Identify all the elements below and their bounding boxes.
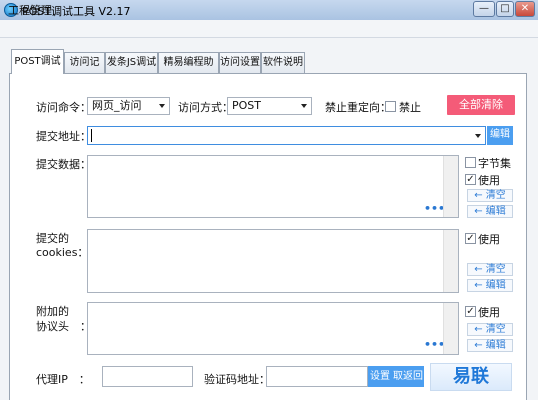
text-cursor — [91, 129, 92, 142]
maximize-button[interactable]: □ — [496, 1, 514, 17]
headers-use-checkbox[interactable]: ✓ — [465, 306, 476, 317]
captcha-label: 验证码地址： — [204, 373, 270, 386]
url-edit-button[interactable]: 编辑 — [487, 126, 513, 145]
redirect-label: 禁止重定向： — [325, 101, 391, 114]
close-button[interactable]: ✕ — [515, 1, 535, 17]
data-edit-link[interactable]: ← 编辑 — [467, 205, 513, 218]
command-select[interactable]: 网页_访问 — [87, 97, 170, 115]
captcha-return-button[interactable]: 取返回 — [392, 366, 424, 387]
byteset-checkbox[interactable] — [465, 157, 476, 168]
minimize-button[interactable]: — — [473, 1, 495, 17]
headers-label-line1: 附加的 — [36, 305, 69, 318]
data-scrollbar[interactable] — [443, 156, 458, 217]
cookies-scrollbar[interactable] — [443, 230, 458, 292]
headers-textarea[interactable]: ••• — [87, 302, 459, 355]
redirect-checkbox[interactable] — [385, 101, 396, 112]
data-label: 提交数据： — [36, 158, 91, 171]
menu-project-management[interactable]: 工程管理 — [8, 2, 52, 18]
headers-use-label: 使用 — [478, 306, 500, 319]
method-label: 访问方式： — [178, 101, 233, 114]
tab-js-debug[interactable]: 发条JS调试 — [105, 52, 158, 73]
chevron-down-icon — [475, 134, 481, 138]
command-select-value: 网页_访问 — [92, 99, 142, 112]
proxy-label: 代理IP ： — [36, 373, 90, 386]
more-dots-icon[interactable]: ••• — [424, 202, 445, 215]
url-label: 提交地址： — [36, 130, 91, 143]
method-select-value: POST — [232, 99, 261, 112]
headers-label-line2: 协议头 ： — [36, 320, 91, 333]
captcha-settings-button[interactable]: 设置 — [368, 366, 392, 387]
method-select[interactable]: POST — [227, 97, 312, 115]
menu-bar — [0, 20, 538, 38]
cookies-use-checkbox[interactable]: ✓ — [465, 233, 476, 244]
data-use-label: 使用 — [478, 174, 500, 187]
cookies-use-label: 使用 — [478, 233, 500, 246]
clear-all-button[interactable]: 全部清除 — [447, 95, 515, 115]
chevron-down-icon — [159, 104, 165, 108]
command-label: 访问命令： — [36, 101, 91, 114]
chevron-down-icon — [301, 104, 307, 108]
data-clear-link[interactable]: ← 清空 — [467, 189, 513, 202]
headers-edit-link[interactable]: ← 编辑 — [467, 339, 513, 352]
cookies-edit-link[interactable]: ← 编辑 — [467, 279, 513, 292]
headers-scrollbar[interactable] — [443, 303, 458, 354]
more-dots-icon[interactable]: ••• — [424, 338, 445, 351]
proxy-input[interactable] — [102, 366, 193, 387]
cookies-clear-link[interactable]: ← 清空 — [467, 263, 513, 276]
cookies-textarea[interactable] — [87, 229, 459, 293]
cookies-label-line2: cookies： — [36, 246, 89, 259]
tab-post-debug[interactable]: POST调试 — [11, 49, 64, 74]
tab-access-settings[interactable]: 访问设置 — [219, 52, 261, 73]
tab-coding-assistant[interactable]: 精易编程助手 — [158, 52, 219, 88]
byteset-label: 字节集 — [478, 157, 511, 170]
yilian-logo: 易联 — [430, 363, 512, 391]
tab-software-info[interactable]: 软件说明 — [261, 52, 305, 73]
captcha-input[interactable] — [266, 366, 368, 387]
tab-access-log[interactable]: 访问记录 — [64, 52, 105, 88]
data-textarea[interactable]: ••• — [87, 155, 459, 218]
data-use-checkbox[interactable]: ✓ — [465, 174, 476, 185]
redirect-option-label: 禁止 — [399, 101, 421, 114]
url-input[interactable] — [87, 126, 486, 145]
headers-clear-link[interactable]: ← 清空 — [467, 323, 513, 336]
